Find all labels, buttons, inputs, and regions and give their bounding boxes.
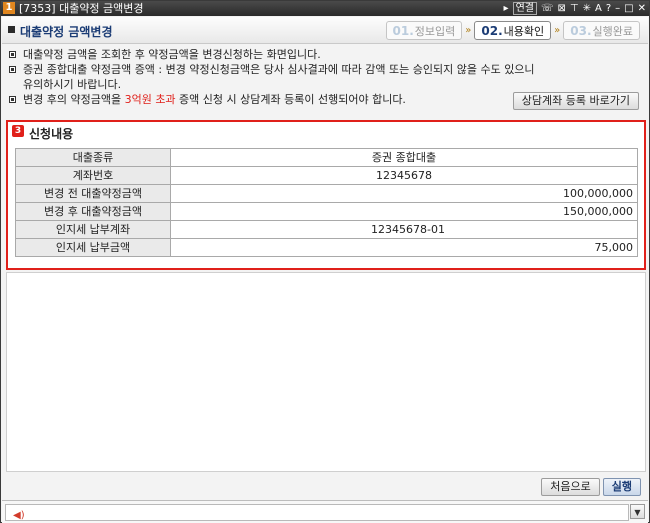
link-button[interactable]: 연결 bbox=[512, 2, 537, 15]
row-label: 계좌번호 bbox=[15, 166, 171, 185]
row-value: 증권 종합대출 bbox=[170, 148, 638, 167]
table-row: 인지세 납부금액 75,000 bbox=[15, 238, 638, 257]
header-square-icon bbox=[8, 26, 15, 33]
table-row: 인지세 납부계좌 12345678-01 bbox=[15, 220, 638, 239]
row-label: 대출종류 bbox=[15, 148, 171, 167]
step-3: 03. 실행완료 bbox=[563, 21, 640, 40]
settings-icon[interactable]: ✳ bbox=[583, 3, 591, 15]
step-arrow-icon: » bbox=[554, 25, 561, 36]
row-label: 인지세 납부계좌 bbox=[15, 220, 171, 239]
close-box-icon[interactable]: ⊠ bbox=[558, 3, 566, 15]
notice-item-continued: 유의하시기 바랍니다. bbox=[23, 78, 122, 91]
row-value: 12345678-01 bbox=[170, 220, 638, 239]
table-row: 계좌번호 12345678 bbox=[15, 166, 638, 185]
row-label: 변경 전 대출약정금액 bbox=[15, 184, 171, 203]
consult-account-button[interactable]: 상담계좌 등록 바로가기 bbox=[512, 92, 639, 110]
page-header: 대출약정 금액변경 01. 정보입력 » 02. 내용확인 » 03. 실행완료 bbox=[2, 17, 648, 44]
notice-item: 증권 종합대출 약정금액 증액 : 변경 약정신청금액은 당사 심사결과에 따라… bbox=[9, 62, 641, 77]
empty-content-area bbox=[6, 272, 646, 472]
minimize-icon[interactable]: – bbox=[615, 3, 620, 15]
section-badge: 3 bbox=[12, 125, 24, 137]
run-button[interactable]: 실행 bbox=[602, 478, 641, 496]
row-value: 100,000,000 bbox=[170, 184, 638, 203]
chevron-down-icon[interactable]: ▼ bbox=[630, 504, 645, 519]
title-bar: 1 [7353] 대출약정 금액변경 ▸ 연결 ☏ ⊠ ⊤ ✳ A ? – □ … bbox=[1, 1, 649, 16]
table-row: 대출종류 증권 종합대출 bbox=[15, 148, 638, 167]
notice-list: 대출약정 금액을 조회한 후 약정금액을 변경신청하는 화면입니다. 증권 종합… bbox=[9, 47, 641, 110]
application-section: 3 신청내용 대출종류 증권 종합대출 계좌번호 12345678 변경 전 대… bbox=[6, 120, 646, 270]
row-value: 150,000,000 bbox=[170, 202, 638, 221]
window-number: 1 bbox=[3, 2, 15, 14]
step-2: 02. 내용확인 bbox=[474, 21, 552, 40]
highlight-amount: 3억원 초과 bbox=[124, 93, 176, 106]
step-arrow-icon: » bbox=[465, 25, 472, 36]
window-title: [7353] 대출약정 금액변경 bbox=[19, 2, 144, 15]
table-row: 변경 전 대출약정금액 100,000,000 bbox=[15, 184, 638, 203]
speaker-icon: ◀) bbox=[13, 510, 25, 521]
close-icon[interactable]: ✕ bbox=[638, 3, 646, 15]
pin-icon[interactable]: ⊤ bbox=[570, 3, 579, 15]
row-label: 변경 후 대출약정금액 bbox=[15, 202, 171, 221]
notice-item: 변경 후의 약정금액을 3억원 초과 증액 신청 시 상담계좌 등록이 선행되어… bbox=[9, 92, 641, 110]
bullet-icon bbox=[9, 51, 16, 58]
row-value: 12345678 bbox=[170, 166, 638, 185]
action-bar: 처음으로 실행 bbox=[541, 478, 641, 496]
maximize-icon[interactable]: □ bbox=[624, 3, 633, 15]
step-indicator: 01. 정보입력 » 02. 내용확인 » 03. 실행완료 bbox=[385, 21, 640, 40]
main-window: 1 [7353] 대출약정 금액변경 ▸ 연결 ☏ ⊠ ⊤ ✳ A ? – □ … bbox=[0, 0, 650, 523]
bullet-icon bbox=[9, 66, 16, 73]
step-1: 01. 정보입력 bbox=[385, 21, 463, 40]
table-row: 변경 후 대출약정금액 150,000,000 bbox=[15, 202, 638, 221]
arrow-right-icon[interactable]: ▸ bbox=[504, 3, 509, 15]
page-title: 대출약정 금액변경 bbox=[20, 25, 113, 39]
status-bar: ◀) ▼ bbox=[2, 500, 648, 523]
row-label: 인지세 납부금액 bbox=[15, 238, 171, 257]
help-icon[interactable]: ? bbox=[606, 3, 611, 15]
notice-item: 대출약정 금액을 조회한 후 약정금액을 변경신청하는 화면입니다. bbox=[9, 47, 641, 62]
title-bar-controls: ▸ 연결 ☏ ⊠ ⊤ ✳ A ? – □ ✕ bbox=[504, 2, 646, 15]
phone-icon[interactable]: ☏ bbox=[541, 3, 554, 15]
section-title: 신청내용 bbox=[29, 127, 74, 141]
bullet-icon bbox=[9, 96, 16, 103]
row-value: 75,000 bbox=[170, 238, 638, 257]
application-table: 대출종류 증권 종합대출 계좌번호 12345678 변경 전 대출약정금액 1… bbox=[15, 148, 638, 257]
status-message-field: ◀) bbox=[5, 504, 629, 521]
font-icon[interactable]: A bbox=[595, 3, 602, 15]
first-button[interactable]: 처음으로 bbox=[541, 478, 600, 496]
